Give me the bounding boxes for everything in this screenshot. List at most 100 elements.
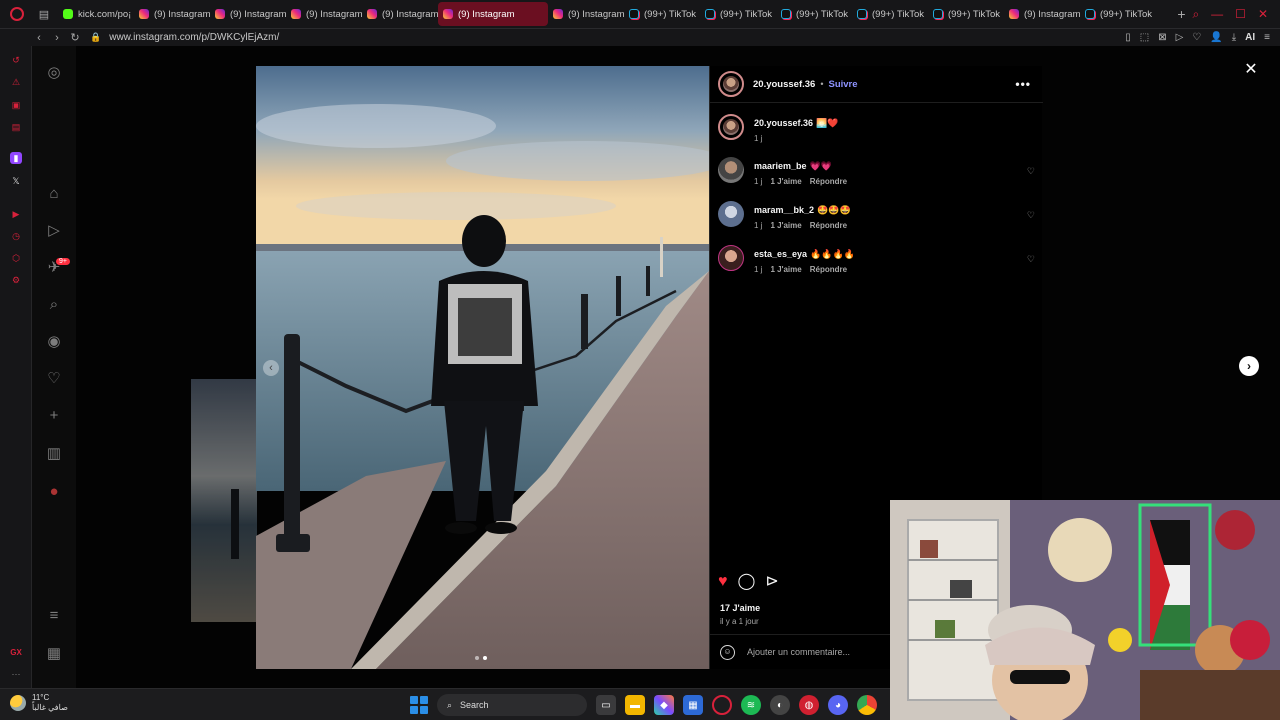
snapshot-icon[interactable]: ⬚ (1140, 32, 1149, 43)
comment-like-heart-icon[interactable]: ♡ (1027, 210, 1035, 221)
windows-start-icon[interactable] (410, 696, 428, 714)
comment-bubble-icon[interactable]: ◯ (738, 574, 756, 590)
minimize-button[interactable]: — (1211, 7, 1223, 21)
comment-username[interactable]: esta_es_eya (754, 249, 807, 259)
comment-time[interactable]: 1 j (754, 265, 762, 274)
close-icon[interactable]: ✕ (1241, 59, 1261, 79)
twitch-icon[interactable]: ▮ (10, 152, 22, 164)
notifications-heart-icon[interactable]: ♡ (46, 371, 62, 387)
commenter-avatar[interactable] (718, 245, 744, 271)
new-tab-button[interactable]: + (1170, 6, 1192, 22)
player-icon[interactable]: ▶ (10, 208, 22, 220)
url-field[interactable]: www.instagram.com/p/DWKCylEjAzm/ (109, 32, 1125, 43)
browser-tab[interactable]: (9) Instagram (210, 2, 286, 26)
comment-likes[interactable]: 1 J'aime (770, 265, 801, 274)
discord-icon[interactable]: ◕ (828, 695, 848, 715)
tab-active[interactable]: (9) Instagram (438, 2, 548, 26)
copilot-icon[interactable]: ◆ (654, 695, 674, 715)
chevron-left-icon[interactable]: ‹ (263, 360, 279, 376)
opera-gx-icon[interactable] (712, 695, 732, 715)
follow-button[interactable]: Suivre (828, 79, 857, 90)
file-explorer-icon[interactable]: ▬ (625, 695, 645, 715)
download-icon[interactable]: ⤓ (1232, 32, 1236, 43)
also-from-meta-icon[interactable]: ▦ (46, 646, 62, 662)
commenter-avatar[interactable] (718, 157, 744, 183)
weather-widget[interactable]: 11°C صافي غالباً (10, 693, 68, 713)
spotify-icon[interactable]: ≋ (741, 695, 761, 715)
comment-like-heart-icon[interactable]: ♡ (1027, 254, 1035, 265)
lock-icon[interactable]: 🔒 (90, 32, 101, 43)
post-timestamp[interactable]: il y a 1 jour (720, 617, 759, 626)
comment-username[interactable]: maram__bk_2 (754, 205, 814, 215)
history-icon[interactable]: ↺ (10, 54, 22, 66)
microsoft-store-icon[interactable]: ▦ (683, 695, 703, 715)
task-view-icon[interactable]: ▭ (596, 695, 616, 715)
clock-icon[interactable]: ◷ (10, 230, 22, 242)
browser-tab[interactable]: (99+) TikTok (852, 2, 928, 26)
tab-overview-icon[interactable]: ▤ (34, 8, 54, 21)
reply-button[interactable]: Répondre (810, 265, 847, 274)
opera-logo-icon[interactable] (0, 7, 34, 21)
menu-icon[interactable]: ≡ (1264, 32, 1270, 43)
likes-count[interactable]: 17 J'aime (720, 603, 760, 613)
browser-tab[interactable]: (99+) TikTok (1080, 2, 1156, 26)
browser-tab[interactable]: kick.com/po¡ (58, 2, 134, 26)
bookmark-icon[interactable]: ▯ (1125, 32, 1131, 43)
dashboard-icon[interactable]: ▥ (46, 446, 62, 462)
heart-filled-icon[interactable]: ♥ (718, 574, 728, 590)
create-icon[interactable]: + (46, 408, 62, 424)
browser-tab[interactable]: (9) Instagram (134, 2, 210, 26)
comment-likes[interactable]: 1 J'aime (770, 177, 801, 186)
extensions-icon[interactable]: ⬡ (10, 252, 22, 264)
more-dots-icon[interactable]: ··· (10, 668, 22, 680)
more-menu-icon[interactable]: ≡ (46, 608, 62, 624)
paper-plane-icon[interactable]: ⊳ (765, 574, 778, 590)
instagram-logo-icon[interactable]: ◎ (46, 65, 62, 81)
profile-avatar-icon[interactable]: ● (46, 484, 62, 500)
adblock-icon[interactable]: ⊠ (1158, 32, 1166, 43)
browser-tab[interactable]: (9) Instagram (1004, 2, 1080, 26)
close-window-button[interactable]: ✕ (1258, 7, 1268, 21)
author-avatar[interactable] (718, 71, 744, 97)
reply-button[interactable]: Répondre (810, 221, 847, 230)
comment-time[interactable]: 1 j (754, 134, 762, 143)
browser-tab[interactable]: (99+) TikTok (776, 2, 852, 26)
comment-time[interactable]: 1 j (754, 221, 762, 230)
play-icon[interactable]: ▷ (1176, 32, 1184, 43)
settings-gear-icon[interactable]: ⚙ (10, 274, 22, 286)
search-tabs-icon[interactable]: ⌕ (1192, 7, 1199, 22)
more-options-icon[interactable]: ••• (1015, 77, 1031, 91)
reply-button[interactable]: Répondre (810, 177, 847, 186)
explore-icon[interactable]: ◉ (46, 334, 62, 350)
comment-like-heart-icon[interactable]: ♡ (1027, 166, 1035, 177)
comment-username[interactable]: maariem_be (754, 161, 807, 171)
heart-outline-icon[interactable]: ♡ (1192, 32, 1201, 43)
previous-post-thumbnail[interactable] (191, 379, 257, 622)
browser-tab[interactable]: (99+) TikTok (624, 2, 700, 26)
reload-icon[interactable]: ↻ (66, 31, 84, 44)
back-icon[interactable]: ‹ (30, 32, 48, 44)
post-photo[interactable] (256, 66, 709, 669)
commenter-avatar[interactable] (718, 201, 744, 227)
maximize-button[interactable]: ☐ (1235, 7, 1246, 21)
search-icon[interactable]: ⌕ (46, 297, 62, 313)
browser-tab[interactable]: (9) Instagram (548, 2, 624, 26)
profile-icon[interactable]: 👤 (1210, 32, 1222, 43)
app-red-icon[interactable]: ◍ (799, 695, 819, 715)
gamer-icon[interactable]: ⚠ (10, 76, 22, 88)
emoji-icon[interactable]: ☺ (720, 644, 735, 660)
taskbar-search[interactable]: ⌕ Search (437, 694, 587, 716)
author-username[interactable]: 20.youssef.36 (753, 79, 815, 90)
comment-time[interactable]: 1 j (754, 177, 762, 186)
browser-tab[interactable]: (9) Instagram (362, 2, 438, 26)
comment-likes[interactable]: 1 J'aime (770, 221, 801, 230)
commenter-avatar[interactable] (718, 114, 744, 140)
browser-tab[interactable]: (9) Instagram (286, 2, 362, 26)
home-icon[interactable]: ⌂ (46, 186, 62, 202)
forward-icon[interactable]: › (48, 32, 66, 44)
news-icon[interactable]: ▤ (10, 121, 22, 133)
chrome-icon[interactable] (857, 695, 877, 715)
browser-tab[interactable]: (99+) TikTok (700, 2, 776, 26)
aria-ai-button[interactable]: AI (1245, 32, 1255, 43)
comment-username[interactable]: 20.youssef.36 (754, 118, 813, 128)
